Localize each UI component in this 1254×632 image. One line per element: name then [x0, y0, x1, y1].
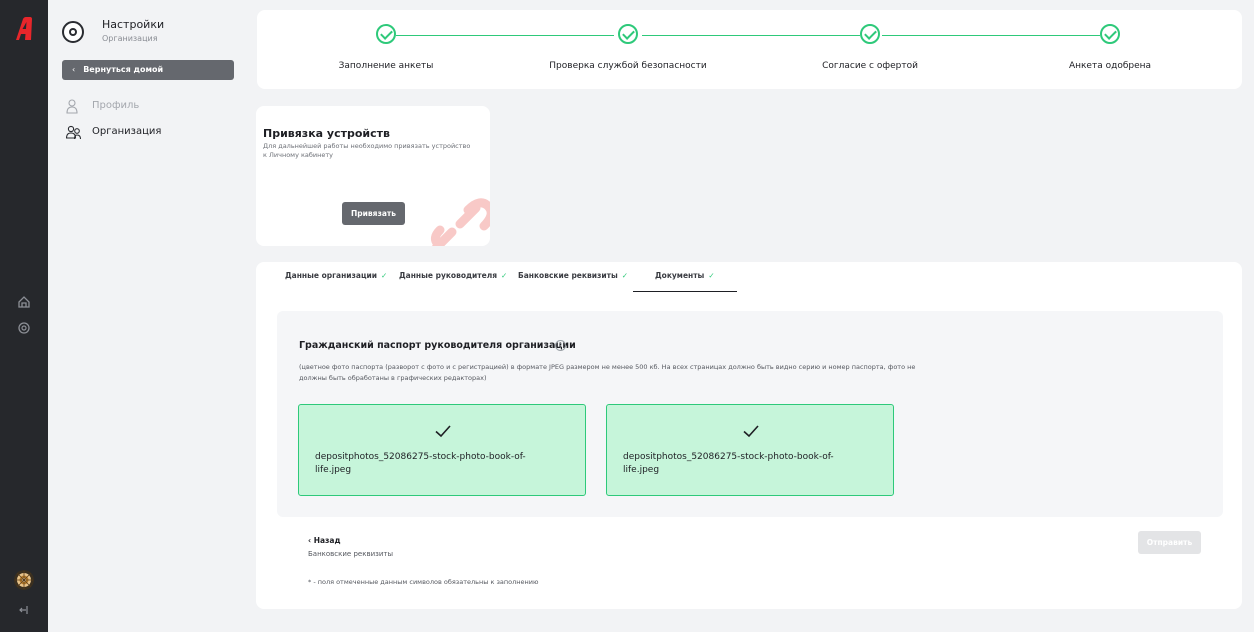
settings-header: Настройки Организация [62, 16, 242, 52]
step-fill-form: Заполнение анкеты [286, 10, 486, 89]
check-icon: ✓ [381, 271, 388, 280]
bind-device-button[interactable]: Привязать [342, 202, 405, 225]
check-circle-icon [860, 24, 880, 44]
settings-icon[interactable] [14, 318, 34, 338]
tab-label: Банковские реквизиты [518, 271, 618, 280]
check-circle-icon [1100, 24, 1120, 44]
device-binding-card: Привязка устройств Для дальнейшей работы… [256, 106, 490, 246]
uploaded-file-card[interactable]: depositphotos_52086275-stock-photo-book-… [298, 404, 586, 496]
app-rail [0, 0, 48, 632]
uploaded-file-card[interactable]: depositphotos_52086275-stock-photo-book-… [606, 404, 894, 496]
chevron-left-icon: ‹ [72, 65, 76, 74]
passport-upload-panel: Гражданский паспорт руководителя организ… [277, 311, 1223, 517]
back-link[interactable]: ‹ Назад [308, 536, 341, 545]
device-binding-description: Для дальнейшей работы необходимо привяза… [263, 142, 471, 159]
help-icon[interactable]: ? [555, 340, 566, 351]
check-icon [435, 425, 451, 438]
sidebar-item-label: Организация [92, 126, 162, 137]
passport-description: (цветное фото паспорта (разворот с фото … [299, 363, 916, 382]
settings-subtitle: Организация [102, 34, 158, 43]
required-fields-note: * - поля отмеченные данным символов обяз… [308, 578, 539, 586]
progress-steps-card: Заполнение анкеты Проверка службой безоп… [257, 10, 1242, 89]
active-tab-indicator [633, 291, 737, 292]
tab-documents[interactable]: Документы ✓ [655, 271, 715, 280]
step-label: Согласие с офертой [822, 61, 918, 71]
step-label: Заполнение анкеты [338, 61, 434, 71]
tab-organization-data[interactable]: Данные организации ✓ [285, 271, 387, 280]
device-binding-title: Привязка устройств [263, 127, 390, 140]
back-home-label: Вернуться домой [83, 65, 164, 74]
users-icon [65, 124, 82, 140]
step-approved: Анкета одобрена [1010, 10, 1210, 89]
back-home-button[interactable]: ‹ Вернуться домой [62, 60, 234, 80]
check-icon [743, 425, 759, 438]
tab-label: Документы [655, 271, 705, 280]
sidebar-item-label: Профиль [92, 100, 140, 111]
user-avatar[interactable] [14, 570, 34, 590]
brand-logo-icon[interactable] [6, 16, 42, 42]
gear-icon [62, 21, 84, 43]
tab-label: Данные руководителя [399, 271, 498, 280]
tab-label: Данные организации [285, 271, 378, 280]
back-link-target: Банковские реквизиты [308, 550, 393, 558]
chain-link-icon [430, 198, 490, 246]
step-offer-consent: Согласие с офертой [770, 10, 970, 89]
check-icon: ✓ [501, 271, 508, 280]
step-security-check: Проверка службой безопасности [528, 10, 728, 89]
check-icon: ✓ [708, 271, 715, 280]
tab-manager-data[interactable]: Данные руководителя ✓ [399, 271, 507, 280]
passport-title: Гражданский паспорт руководителя организ… [299, 340, 576, 351]
submit-button[interactable]: Отправить [1138, 531, 1201, 554]
file-name: depositphotos_52086275-stock-photo-book-… [315, 452, 526, 475]
check-circle-icon [376, 24, 396, 44]
documents-card: Данные организации ✓ Данные руководителя ✓… [256, 262, 1242, 609]
step-label: Анкета одобрена [1068, 61, 1152, 71]
step-label: Проверка службой безопасности [549, 61, 707, 71]
check-icon: ✓ [621, 271, 629, 280]
user-icon [66, 98, 80, 114]
settings-sidebar: Настройки Организация ‹ Вернуться домой П… [48, 0, 248, 632]
check-circle-icon [618, 24, 638, 44]
file-name: depositphotos_52086275-stock-photo-book-… [623, 452, 834, 475]
logout-icon[interactable] [14, 600, 34, 620]
tab-bank-details[interactable]: Банковские реквизиты ✓ [518, 271, 628, 280]
settings-title: Настройки [102, 18, 165, 31]
home-icon[interactable] [14, 292, 34, 312]
